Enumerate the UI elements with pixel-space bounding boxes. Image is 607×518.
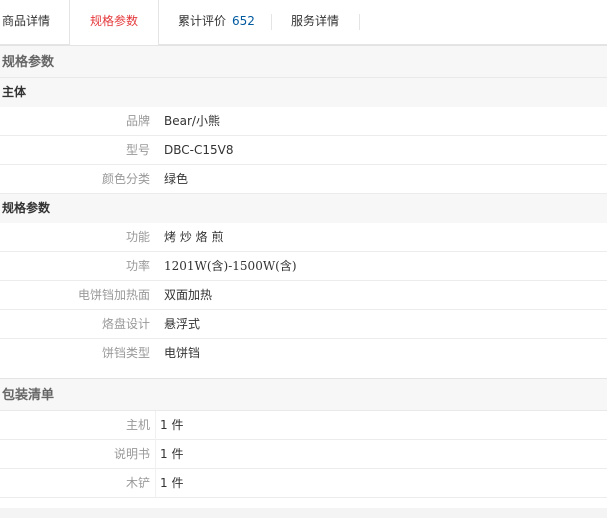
spec-section-title: 规格参数 (2, 55, 55, 70)
spec-key: 电饼铛加热面 (77, 288, 150, 302)
spec-key: 型号 (125, 143, 150, 157)
spec-row: 型号 DBC-C15V8 (0, 136, 607, 165)
spec-row: 品牌 Bear/小熊 (0, 107, 607, 136)
packing-section-header: 包装清单 (0, 378, 607, 411)
packing-value: 1 件 (160, 476, 184, 490)
tab-divider (271, 14, 272, 30)
spec-row: 功能 烤 炒 烙 煎 (0, 223, 607, 252)
tab-label: 商品详情 (2, 14, 51, 28)
spec-value: 1201W(含)-1500W(含) (164, 259, 297, 273)
spec-value: 悬浮式 (164, 317, 201, 331)
tab-label: 规格参数 (89, 14, 138, 28)
spec-row: 颜色分类 绿色 (0, 165, 607, 194)
tab-reviews[interactable]: 累计评价 652 (178, 0, 255, 44)
spec-value: Bear/小熊 (164, 114, 220, 128)
packing-row: 木铲 1 件 (0, 469, 607, 498)
packing-section-title: 包装清单 (2, 388, 55, 403)
packing-row: 主机 1 件 (0, 411, 607, 440)
tab-product-details[interactable]: 商品详情 (2, 0, 50, 44)
spec-value: 双面加热 (164, 288, 213, 302)
spec-key: 饼铛类型 (101, 346, 150, 360)
spec-group-header: 规格参数 (0, 194, 607, 223)
tab-specifications[interactable]: 规格参数 (69, 0, 159, 45)
tab-label: 服务详情 (291, 14, 340, 28)
spec-group-title: 规格参数 (2, 201, 51, 215)
spec-value: 绿色 (164, 172, 189, 186)
section-spacer (0, 367, 607, 378)
tab-service-details[interactable]: 服务详情 (291, 0, 339, 44)
spec-key: 功能 (125, 230, 150, 244)
spec-value: 烤 炒 烙 煎 (164, 230, 224, 244)
spec-row: 功率 1201W(含)-1500W(含) (0, 252, 607, 281)
review-count: 652 (232, 14, 255, 28)
column-divider (155, 440, 156, 469)
spec-row: 电饼铛加热面 双面加热 (0, 281, 607, 310)
spec-key: 烙盘设计 (101, 317, 150, 331)
spec-row: 饼铛类型 电饼铛 (0, 339, 607, 368)
packing-value: 1 件 (160, 418, 184, 432)
column-divider (155, 411, 156, 440)
spec-group-header: 主体 (0, 78, 607, 107)
bottom-band (0, 508, 607, 518)
tab-divider (359, 14, 360, 30)
column-divider (155, 469, 156, 498)
packing-key: 木铲 (125, 476, 150, 490)
packing-key: 说明书 (113, 447, 150, 461)
tab-label: 累计评价 (178, 14, 227, 28)
spec-key: 功率 (125, 259, 150, 273)
packing-row: 说明书 1 件 (0, 440, 607, 469)
spec-value: 电饼铛 (164, 346, 201, 360)
spec-value: DBC-C15V8 (164, 143, 234, 157)
spec-group-title: 主体 (2, 85, 27, 99)
spec-row: 烙盘设计 悬浮式 (0, 310, 607, 339)
spec-key: 颜色分类 (101, 172, 150, 186)
packing-value: 1 件 (160, 447, 184, 461)
packing-key: 主机 (125, 418, 150, 432)
spec-key: 品牌 (125, 114, 150, 128)
spec-section-header: 规格参数 (0, 45, 607, 78)
tab-bar: 商品详情 规格参数 累计评价 652 服务详情 (0, 0, 607, 45)
